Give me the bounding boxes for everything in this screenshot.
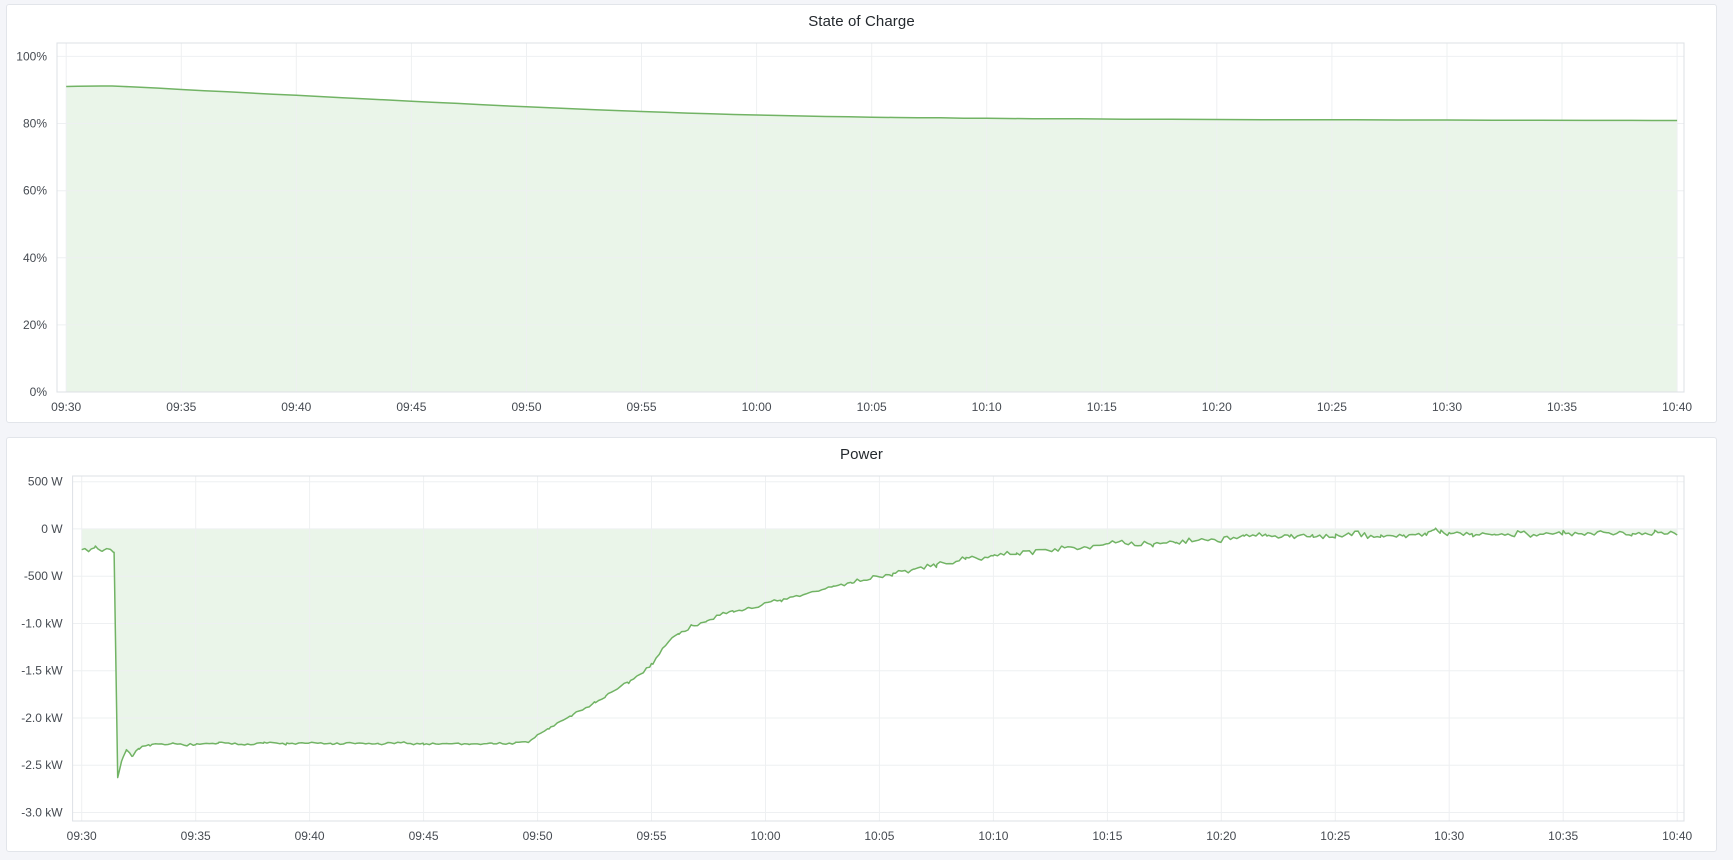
- x-axis-labels: 09:30 09:35 09:40 09:45 09:50 09:55 10:00 10:05…: [51, 400, 1692, 414]
- svg-text:10:40: 10:40: [1662, 400, 1692, 414]
- svg-text:09:35: 09:35: [166, 400, 196, 414]
- panel-title-power[interactable]: Power: [7, 438, 1716, 470]
- svg-text:09:45: 09:45: [396, 400, 426, 414]
- x-axis-labels: 09:30 09:35 09:40 09:45 09:50 09:55 10:00 10:05…: [67, 829, 1693, 843]
- svg-text:60%: 60%: [23, 184, 47, 198]
- svg-text:10:35: 10:35: [1547, 400, 1577, 414]
- svg-text:09:55: 09:55: [626, 400, 656, 414]
- svg-text:09:50: 09:50: [523, 829, 553, 843]
- svg-text:10:10: 10:10: [978, 829, 1008, 843]
- svg-text:10:05: 10:05: [864, 829, 894, 843]
- svg-text:-3.0 kW: -3.0 kW: [21, 806, 63, 820]
- svg-text:100%: 100%: [16, 49, 47, 63]
- grafana-dashboard: { "dashboard": { "panels": [ { "title": …: [0, 0, 1733, 860]
- svg-text:10:00: 10:00: [750, 829, 780, 843]
- svg-text:-2.0 kW: -2.0 kW: [21, 711, 63, 725]
- svg-text:0%: 0%: [30, 385, 48, 399]
- svg-text:09:50: 09:50: [511, 400, 541, 414]
- panel-power: Power 500 W 0 W -500 W -1.0 kW -1.5 kW -2.0 k…: [6, 437, 1717, 852]
- power-chart[interactable]: 500 W 0 W -500 W -1.0 kW -1.5 kW -2.0 kW -2.5 …: [7, 470, 1716, 851]
- y-axis-labels: 0% 20% 40% 60% 80% 100%: [16, 49, 47, 399]
- svg-text:-1.5 kW: -1.5 kW: [21, 664, 63, 678]
- svg-text:20%: 20%: [23, 318, 47, 332]
- svg-text:09:45: 09:45: [409, 829, 439, 843]
- svg-text:40%: 40%: [23, 251, 47, 265]
- svg-text:0 W: 0 W: [41, 522, 63, 536]
- svg-text:09:30: 09:30: [51, 400, 81, 414]
- svg-text:10:30: 10:30: [1432, 400, 1462, 414]
- svg-text:10:05: 10:05: [857, 400, 887, 414]
- svg-text:10:15: 10:15: [1092, 829, 1122, 843]
- svg-text:10:00: 10:00: [742, 400, 772, 414]
- svg-text:80%: 80%: [23, 117, 47, 131]
- svg-text:10:30: 10:30: [1434, 829, 1464, 843]
- svg-text:09:40: 09:40: [281, 400, 311, 414]
- svg-text:10:10: 10:10: [972, 400, 1002, 414]
- svg-text:10:25: 10:25: [1317, 400, 1347, 414]
- soc-chart[interactable]: 0%20%40%60%80%100%09:3009:3509:4009:4509…: [7, 37, 1716, 422]
- panel-state-of-charge: State of Charge 0%20%40%60%80%100%09:300…: [6, 4, 1717, 423]
- svg-text:09:35: 09:35: [181, 829, 211, 843]
- chart-canvas[interactable]: 0%20%40%60%80%100%09:3009:3509:4009:4509…: [7, 37, 1716, 422]
- y-axis-labels: 500 W 0 W -500 W -1.0 kW -1.5 kW -2.0 kW -2.5 …: [21, 475, 63, 820]
- svg-text:-2.5 kW: -2.5 kW: [21, 758, 63, 772]
- svg-text:-1.0 kW: -1.0 kW: [21, 617, 63, 631]
- svg-text:10:15: 10:15: [1087, 400, 1117, 414]
- svg-text:10:20: 10:20: [1202, 400, 1232, 414]
- svg-text:09:30: 09:30: [67, 829, 97, 843]
- svg-text:10:40: 10:40: [1662, 829, 1692, 843]
- svg-text:09:40: 09:40: [295, 829, 325, 843]
- svg-text:10:25: 10:25: [1320, 829, 1350, 843]
- svg-text:10:20: 10:20: [1206, 829, 1236, 843]
- svg-text:-500 W: -500 W: [24, 569, 63, 583]
- svg-text:10:35: 10:35: [1548, 829, 1578, 843]
- svg-text:500 W: 500 W: [28, 475, 63, 489]
- chart-canvas[interactable]: 500 W 0 W -500 W -1.0 kW -1.5 kW -2.0 kW -2.5 …: [7, 470, 1716, 851]
- panel-title-state-of-charge[interactable]: State of Charge: [7, 5, 1716, 37]
- svg-text:09:55: 09:55: [636, 829, 666, 843]
